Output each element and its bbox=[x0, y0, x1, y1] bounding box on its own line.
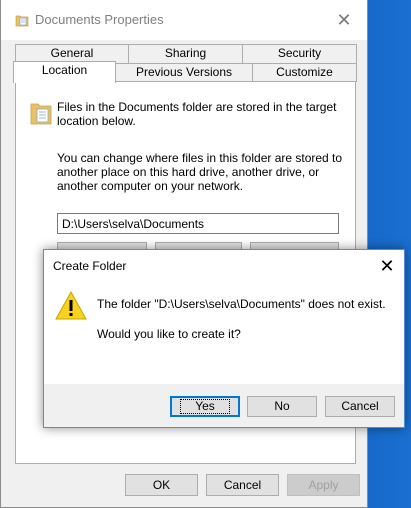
tab-customize[interactable]: Customize bbox=[252, 63, 357, 82]
location-info-text: Files in the Documents folder are stored… bbox=[57, 100, 337, 128]
ok-button[interactable]: OK bbox=[125, 474, 198, 496]
dialog-body: The folder "D:\Users\selva\Documents" do… bbox=[44, 282, 404, 384]
window-titlebar[interactable]: Documents Properties ✕ bbox=[1, 0, 367, 40]
dialog-question: Would you like to create it? bbox=[97, 327, 241, 341]
close-icon[interactable]: ✕ bbox=[370, 250, 404, 282]
warning-icon bbox=[55, 290, 87, 324]
path-input[interactable] bbox=[57, 213, 339, 234]
tab-previous-versions[interactable]: Previous Versions bbox=[115, 63, 253, 82]
folder-documents-icon bbox=[30, 100, 52, 129]
yes-button-label: Yes bbox=[180, 399, 230, 414]
close-icon[interactable]: ✕ bbox=[321, 0, 367, 40]
dialog-message: The folder "D:\Users\selva\Documents" do… bbox=[97, 297, 386, 311]
dialog-titlebar[interactable]: Create Folder ✕ bbox=[44, 250, 404, 282]
tab-sharing[interactable]: Sharing bbox=[128, 44, 243, 63]
cancel-button[interactable]: Cancel bbox=[206, 474, 279, 496]
dialog-title: Create Folder bbox=[53, 259, 127, 273]
dialog-cancel-button[interactable]: Cancel bbox=[325, 396, 395, 417]
tab-security[interactable]: Security bbox=[242, 44, 357, 63]
folder-documents-icon bbox=[15, 13, 29, 30]
location-description-text: You can change where files in this folde… bbox=[57, 151, 343, 193]
create-folder-dialog: Create Folder ✕ The folder "D:\Users\sel… bbox=[43, 249, 405, 428]
window-title: Documents Properties bbox=[35, 12, 164, 27]
no-button[interactable]: No bbox=[247, 396, 317, 417]
tab-location[interactable]: Location bbox=[13, 61, 116, 83]
apply-button[interactable]: Apply bbox=[287, 474, 360, 496]
yes-button[interactable]: Yes bbox=[170, 396, 240, 417]
